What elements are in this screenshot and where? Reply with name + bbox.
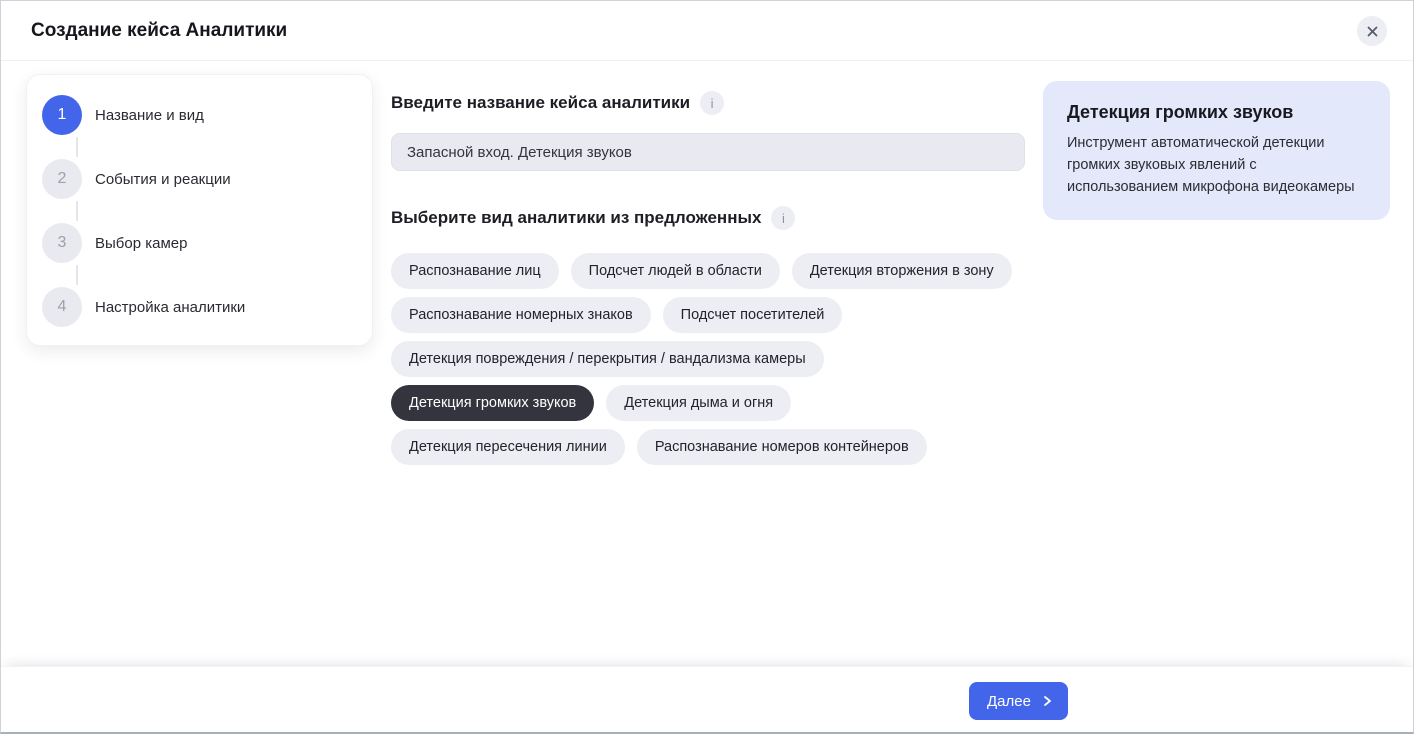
info-icon[interactable]: i — [700, 91, 724, 115]
step-label: Название и вид — [95, 107, 204, 124]
case-name-heading: Введите название кейса аналитики — [391, 93, 690, 113]
step-connector-line — [76, 265, 78, 285]
step-number-badge: 2 — [42, 159, 82, 199]
wizard-steps-card: 1 Название и вид 2 События и реакции 3 В… — [26, 74, 373, 346]
chevron-right-icon — [1040, 694, 1054, 708]
step-item-name-and-type[interactable]: 1 Название и вид — [42, 95, 356, 135]
chip-row: Детекция повреждения / перекрытия / ванд… — [391, 341, 1025, 377]
analytics-type-chip[interactable]: Подсчет людей в области — [571, 253, 780, 289]
chip-row: Детекция громких звуков Детекция дыма и … — [391, 385, 1025, 421]
analytics-type-chip[interactable]: Распознавание номеров контейнеров — [637, 429, 927, 465]
analytics-type-heading: Выберите вид аналитики из предложенных — [391, 208, 761, 228]
info-icon[interactable]: i — [771, 206, 795, 230]
step-number-badge: 3 — [42, 223, 82, 263]
close-icon — [1366, 25, 1379, 38]
analytics-type-chip[interactable]: Детекция вторжения в зону — [792, 253, 1012, 289]
chip-row: Распознавание номерных знаков Подсчет по… — [391, 297, 1025, 333]
modal-body: 1 Название и вид 2 События и реакции 3 В… — [1, 61, 1413, 666]
chip-row: Распознавание лиц Подсчет людей в област… — [391, 253, 1025, 289]
analytics-type-chip[interactable]: Распознавание номерных знаков — [391, 297, 651, 333]
step-number-badge: 4 — [42, 287, 82, 327]
info-panel-description: Инструмент автоматической детекции громк… — [1067, 132, 1366, 198]
case-name-input[interactable] — [391, 133, 1025, 171]
step-item-events-and-reactions[interactable]: 2 События и реакции — [42, 159, 356, 199]
modal-footer: Далее — [1, 666, 1413, 732]
analytics-type-heading-row: Выберите вид аналитики из предложенных i — [391, 206, 1025, 230]
case-name-heading-row: Введите название кейса аналитики i — [391, 91, 1025, 115]
page-title: Создание кейса Аналитики — [31, 20, 287, 42]
analytics-type-chip[interactable]: Детекция дыма и огня — [606, 385, 791, 421]
analytics-type-chip[interactable]: Подсчет посетителей — [663, 297, 843, 333]
modal-header: Создание кейса Аналитики — [1, 1, 1413, 61]
chip-row: Детекция пересечения линии Распознавание… — [391, 429, 1025, 465]
create-analytics-case-modal: Создание кейса Аналитики 1 Название и ви… — [0, 0, 1414, 734]
form-column: Введите название кейса аналитики i Выбер… — [391, 61, 1025, 473]
step-item-analytics-settings[interactable]: 4 Настройка аналитики — [42, 287, 356, 327]
step-label: Выбор камер — [95, 235, 187, 252]
step-item-camera-selection[interactable]: 3 Выбор камер — [42, 223, 356, 263]
step-number-badge: 1 — [42, 95, 82, 135]
analytics-type-chip-selected[interactable]: Детекция громких звуков — [391, 385, 594, 421]
next-button[interactable]: Далее — [969, 682, 1068, 720]
step-connector-line — [76, 137, 78, 157]
next-button-label: Далее — [987, 693, 1031, 710]
close-button[interactable] — [1357, 16, 1387, 46]
analytics-type-chip[interactable]: Детекция пересечения линии — [391, 429, 625, 465]
step-connector-line — [76, 201, 78, 221]
analytics-type-chip[interactable]: Распознавание лиц — [391, 253, 559, 289]
info-panel-title: Детекция громких звуков — [1067, 102, 1366, 123]
step-label: События и реакции — [95, 171, 231, 188]
analytics-type-chip[interactable]: Детекция повреждения / перекрытия / ванд… — [391, 341, 824, 377]
analytics-type-info-panel: Детекция громких звуков Инструмент автом… — [1043, 81, 1390, 220]
analytics-type-chip-list: Распознавание лиц Подсчет людей в област… — [391, 253, 1025, 465]
step-label: Настройка аналитики — [95, 299, 245, 316]
